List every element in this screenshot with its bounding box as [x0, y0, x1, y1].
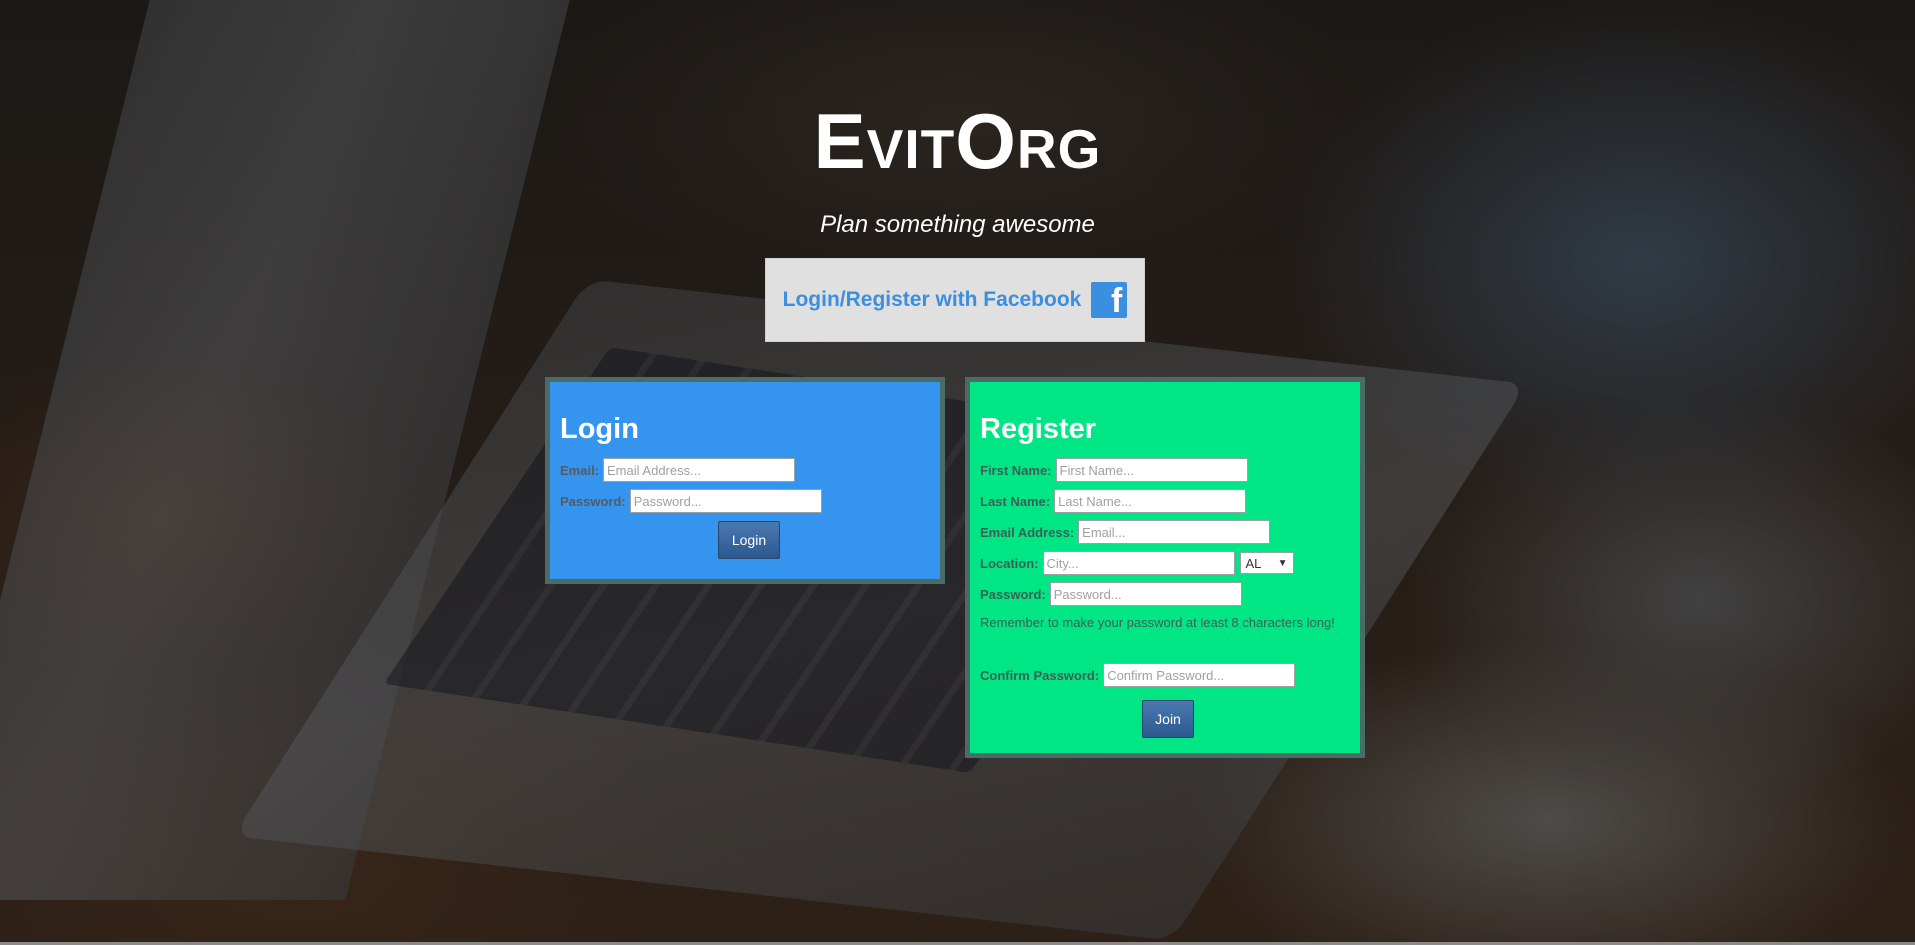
join-button[interactable]: Join [1142, 700, 1194, 738]
first-name-label: First Name: [980, 462, 1052, 478]
state-select-value: AL [1245, 555, 1262, 571]
confirm-password-row: Confirm Password: [980, 662, 1296, 688]
login-button[interactable]: Login [718, 521, 780, 559]
location-row: Location: AL ▼ [980, 550, 1294, 576]
register-password-row: Password: [980, 581, 1242, 607]
login-email-input[interactable] [603, 458, 796, 482]
chevron-down-icon: ▼ [1277, 557, 1288, 569]
login-email-row: Email: [560, 457, 796, 483]
login-title: Login [560, 413, 639, 445]
facebook-login-label: Login/Register with Facebook [782, 288, 1082, 311]
brand-title: EvitOrg [813, 97, 1102, 185]
last-name-row: Last Name: [980, 488, 1247, 514]
last-name-input[interactable] [1054, 489, 1247, 513]
location-label: Location: [980, 555, 1039, 571]
confirm-password-label: Confirm Password: [980, 667, 1100, 683]
password-hint: Remember to make your password at least … [980, 615, 1335, 630]
state-select[interactable]: AL ▼ [1239, 552, 1294, 574]
first-name-input[interactable] [1055, 458, 1248, 482]
register-password-label: Password: [980, 586, 1046, 602]
register-password-input[interactable] [1049, 582, 1242, 606]
city-input[interactable] [1042, 551, 1235, 575]
login-password-row: Password: [560, 488, 822, 514]
register-panel: Register First Name: Last Name: Email Ad… [965, 377, 1365, 758]
confirm-password-input[interactable] [1103, 663, 1296, 687]
login-password-label: Password: [560, 493, 626, 509]
login-panel: Login Email: Password: Login [545, 377, 945, 584]
tagline: Plan something awesome [820, 211, 1095, 238]
login-email-label: Email: [560, 462, 600, 478]
first-name-row: First Name: [980, 457, 1248, 483]
facebook-icon: f [1091, 282, 1128, 320]
register-title: Register [980, 413, 1097, 445]
main-content: EvitOrg Plan something awesome Login/Reg… [0, 0, 1915, 945]
register-email-input[interactable] [1078, 520, 1271, 544]
facebook-login-button[interactable]: Login/Register with Facebook f [765, 258, 1145, 342]
register-email-row: Email Address: [980, 519, 1271, 545]
last-name-label: Last Name: [980, 493, 1051, 509]
login-password-input[interactable] [629, 489, 822, 513]
register-email-label: Email Address: [980, 524, 1075, 540]
